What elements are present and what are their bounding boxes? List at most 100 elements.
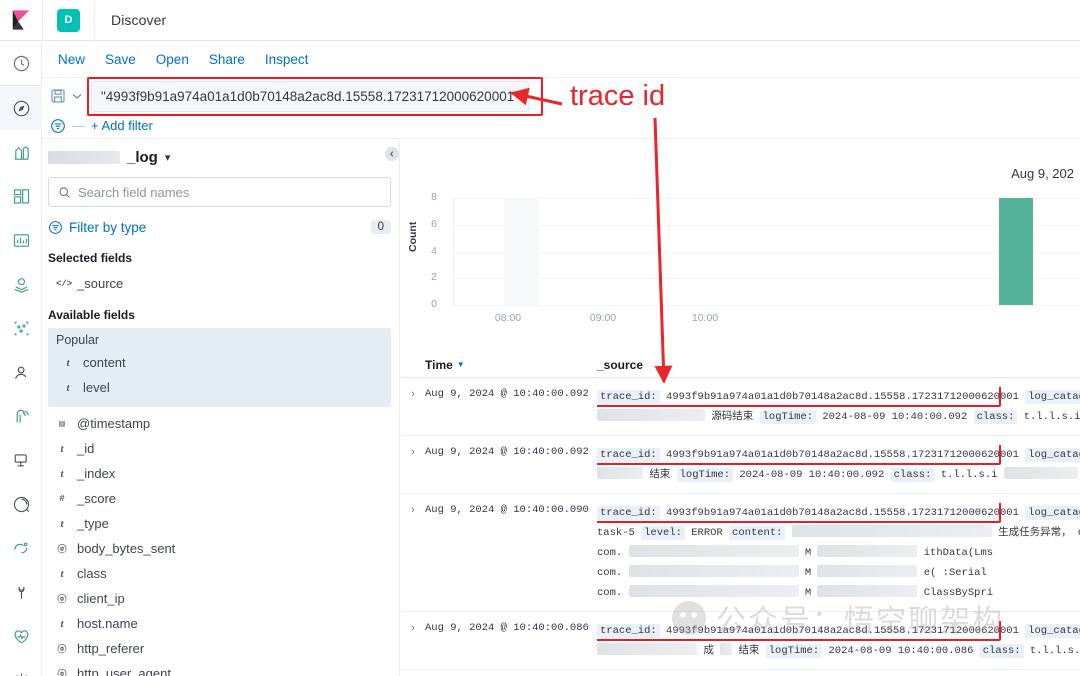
row-trace-line: trace_id: 4993f9b91a974a01a1d0b70148a2ac… xyxy=(597,387,1080,407)
filter-by-type-row[interactable]: Filter by type 0 xyxy=(48,215,391,239)
filter-by-type-control[interactable]: Filter by type xyxy=(48,220,146,235)
chart-bar[interactable] xyxy=(998,198,1034,305)
column-header-time[interactable]: Time ▼ xyxy=(425,358,465,372)
field-sidebar: _log ▾ Search field names Filter by type… xyxy=(42,140,400,676)
canvas-icon xyxy=(13,233,29,247)
saved-query-control[interactable] xyxy=(50,88,91,104)
top-header-bar: D Discover xyxy=(0,0,1080,41)
filter-icon[interactable] xyxy=(50,118,66,134)
field-item-class[interactable]: t class xyxy=(42,561,399,586)
field-item-clientip[interactable]: ⓞ client_ip xyxy=(42,586,399,611)
column-header-time-label: Time xyxy=(425,357,453,372)
field-item-content[interactable]: t content xyxy=(48,350,391,375)
sidebar-item-dashboard[interactable] xyxy=(0,174,42,218)
maps-icon xyxy=(14,277,28,293)
open-button[interactable]: Open xyxy=(146,41,199,78)
sidebar-item-metrics[interactable] xyxy=(0,438,42,482)
sidebar-item-discover[interactable] xyxy=(0,86,42,130)
column-header-source[interactable]: _source xyxy=(597,358,643,372)
machine-learning-icon xyxy=(14,321,28,335)
field-name: content xyxy=(83,355,126,370)
table-row[interactable]: › Aug 9, 2024 @ 10:40:00.086 trace_id: 499… xyxy=(401,612,1080,670)
index-pattern-selector[interactable]: _log ▾ xyxy=(42,140,399,175)
chart-bar[interactable] xyxy=(504,198,539,305)
table-row[interactable]: › Aug 9, 2024 @ 10:40:00.092 trace_id: 499… xyxy=(401,436,1080,494)
logs-icon xyxy=(13,496,29,512)
row-trace-line: trace_id: 4993f9b91a974a01a1d0b70148a2ac… xyxy=(597,445,1080,465)
popular-fields-block: Popular t content t level xyxy=(48,328,391,407)
chart-plot-area[interactable] xyxy=(453,198,1080,306)
expand-row-chevron-right-icon[interactable]: › xyxy=(401,503,425,516)
field-item-httpuseragent[interactable]: ⓞ http_user_agent xyxy=(42,661,399,676)
sidebar-item-canvas[interactable] xyxy=(0,218,42,262)
sidebar-item-uptime[interactable] xyxy=(0,350,42,394)
field-item-timestamp[interactable]: ▤ @timestamp xyxy=(42,411,399,436)
save-button[interactable]: Save xyxy=(95,41,146,78)
sidebar-item-observability[interactable] xyxy=(0,526,42,570)
app-badge: D xyxy=(57,8,80,32)
field-search-box[interactable]: Search field names xyxy=(48,177,391,207)
field-type-icon: ▤ xyxy=(59,418,65,429)
field-item-level[interactable]: t level xyxy=(48,375,391,400)
sidebar-item-monitoring[interactable] xyxy=(0,614,42,658)
search-icon xyxy=(59,186,70,198)
collapse-sidebar-button[interactable] xyxy=(385,147,399,161)
sidebar-item-recently-viewed[interactable] xyxy=(0,41,42,85)
trace-id-key: trace_id: xyxy=(597,390,660,404)
field-item-source[interactable]: </> _source xyxy=(42,271,399,296)
field-item-bodybytessent[interactable]: ⓞ body_bytes_sent xyxy=(42,536,399,561)
sidebar-item-management[interactable] xyxy=(0,658,42,676)
monitoring-icon xyxy=(14,629,28,643)
sidebar-item-dev-tools[interactable] xyxy=(0,570,42,614)
sidebar-item-machine-learning[interactable] xyxy=(0,306,42,350)
field-type-icon: t xyxy=(60,517,64,530)
row-detail-line: com. M e( :Serial xyxy=(597,565,987,579)
row-detail-line: com. M ithData(Lms xyxy=(597,545,994,559)
expand-row-chevron-right-icon[interactable]: › xyxy=(401,445,425,458)
inspect-button[interactable]: Inspect xyxy=(255,41,319,78)
app-badge-cell[interactable]: D xyxy=(43,0,94,41)
sidebar-item-apm[interactable] xyxy=(0,394,42,438)
field-item-httpreferer[interactable]: ⓞ http_referer xyxy=(42,636,399,661)
sidebar-item-visualize[interactable] xyxy=(0,130,42,174)
table-row[interactable]: › Aug 9, 2024 @ 10:40:00.090 trace_id: 499… xyxy=(401,494,1080,612)
row-detail-line: 结束 logTime: 2024-08-09 10:40:00.092 clas… xyxy=(597,465,1080,485)
field-name: level xyxy=(83,380,110,395)
field-item-index[interactable]: t _index xyxy=(42,461,399,486)
new-button[interactable]: New xyxy=(48,41,95,78)
discover-main-panel: Aug 9, 202 Count 0 2 4 6 8 08:00 09:00 10:00 T… xyxy=(401,140,1080,676)
chevron-down-icon[interactable]: ▾ xyxy=(165,151,171,164)
expand-row-chevron-right-icon[interactable]: › xyxy=(401,621,425,634)
row-timestamp: Aug 9, 2024 @ 10:40:00.090 xyxy=(425,504,589,516)
share-button[interactable]: Share xyxy=(199,41,255,78)
visualize-icon xyxy=(14,145,29,160)
filter-icon xyxy=(49,220,62,234)
row-source: trace_id: 4993f9b91a974a01a1d0b70148a2ac… xyxy=(597,445,1080,485)
chart-x-tick: 09:00 xyxy=(589,312,617,324)
field-name: http_user_agent xyxy=(77,666,171,676)
kibana-logo[interactable] xyxy=(0,0,42,41)
sort-caret-down-icon[interactable]: ▼ xyxy=(457,360,465,369)
chart-gridline xyxy=(454,305,1080,306)
sidebar-item-maps[interactable] xyxy=(0,262,42,306)
field-name: class xyxy=(77,566,107,581)
trace-id-key: trace_id: xyxy=(597,448,660,462)
log-catagory-key: log_catagory: xyxy=(1025,390,1080,404)
sidebar-item-logs[interactable] xyxy=(0,482,42,526)
chart-y-axis-label: Count xyxy=(407,221,419,252)
field-type-icon: t xyxy=(66,381,70,394)
redacted-text xyxy=(628,545,799,557)
search-input[interactable]: "4993f9b91a974a01a1d0b70148a2ac8d.15558.… xyxy=(91,80,530,112)
chart-y-tick: 8 xyxy=(431,191,437,203)
add-filter-button[interactable]: + Add filter xyxy=(91,118,153,133)
field-item-score[interactable]: # _score xyxy=(42,486,399,511)
doc-table-body[interactable]: › Aug 9, 2024 @ 10:40:00.092 trace_id: 499… xyxy=(401,378,1080,676)
index-pattern-name: _log xyxy=(127,149,158,166)
expand-row-chevron-right-icon[interactable]: › xyxy=(401,387,425,400)
field-item-type[interactable]: t _type xyxy=(42,511,399,536)
field-name: client_ip xyxy=(77,591,125,606)
field-key: content: xyxy=(729,526,786,540)
table-row[interactable]: › Aug 9, 2024 @ 10:40:00.092 trace_id: 499… xyxy=(401,378,1080,436)
field-item-id[interactable]: t _id xyxy=(42,436,399,461)
field-item-hostname[interactable]: t host.name xyxy=(42,611,399,636)
